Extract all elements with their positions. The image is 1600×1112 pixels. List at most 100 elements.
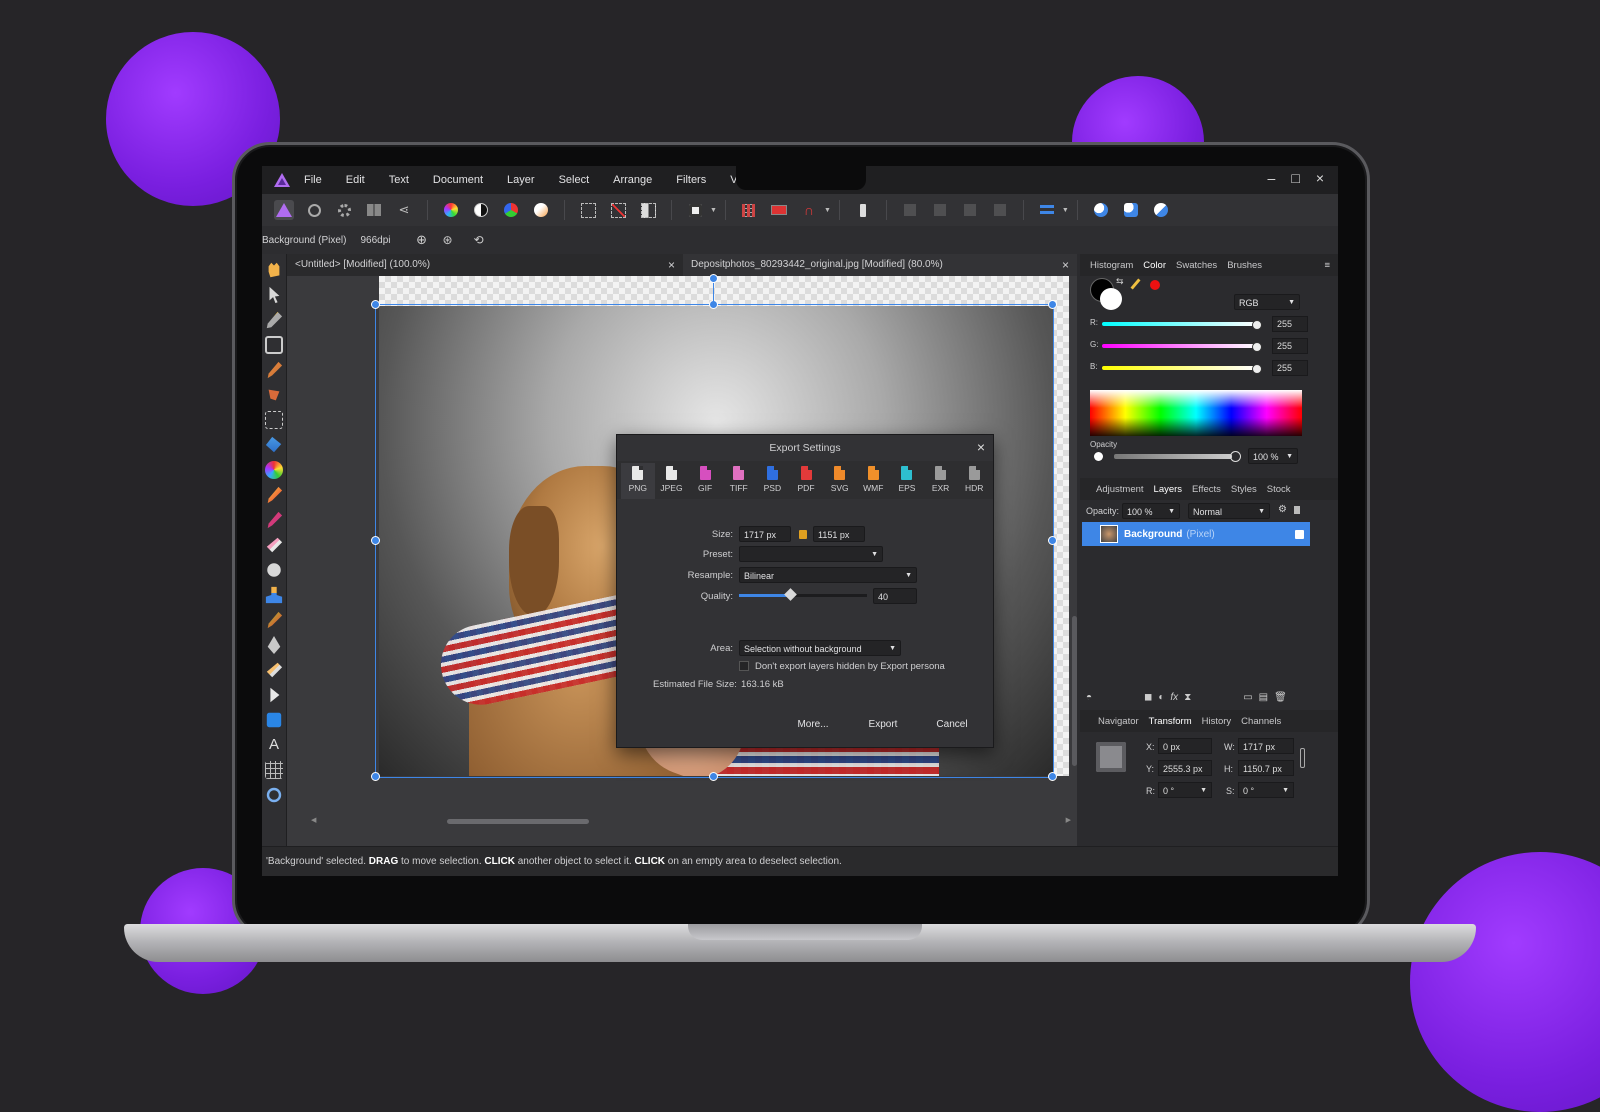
selection-brush-tool[interactable] [267, 361, 283, 379]
format-psd[interactable]: PSD [756, 463, 790, 499]
arrange-front-button[interactable] [990, 200, 1010, 220]
quick-mask-button[interactable] [685, 200, 705, 220]
flood-fill-tool[interactable] [265, 436, 282, 453]
hidden-layers-checkbox[interactable] [739, 661, 749, 671]
blue-value-input[interactable]: 255 [1272, 360, 1308, 376]
selection-handle[interactable] [371, 300, 380, 309]
color-model-select[interactable]: RGB ▼ [1234, 294, 1300, 310]
red-slider[interactable] [1102, 322, 1256, 326]
info-button[interactable] [853, 200, 873, 220]
layer-visibility-checkbox[interactable] [1295, 529, 1304, 539]
shear-input[interactable]: 0 ° ▼ [1238, 782, 1294, 798]
format-wmf[interactable]: WMF [856, 463, 890, 499]
move-tool[interactable] [269, 286, 280, 304]
color-replacement-tool[interactable] [267, 486, 283, 504]
tab-stock[interactable]: Stock [1267, 484, 1291, 495]
color-picker-tool[interactable] [266, 311, 283, 329]
perspective-tool[interactable] [265, 761, 283, 779]
tab-history[interactable]: History [1202, 716, 1232, 727]
transform-origin-button[interactable]: ⊕ [412, 230, 432, 250]
contrast-button[interactable] [471, 200, 491, 220]
tone-mapping-persona-button[interactable] [364, 200, 384, 220]
transform-mode-button[interactable]: ⊛ [438, 230, 458, 250]
menu-arrange[interactable]: Arrange [613, 174, 652, 186]
delete-layer-icon[interactable]: 🗑 [1274, 692, 1287, 703]
align-button[interactable] [1037, 200, 1057, 220]
layer-settings-gear-icon[interactable]: ⚙ [1278, 504, 1287, 515]
invert-selection-button[interactable] [638, 200, 658, 220]
magnet-snapping-button[interactable]: ∩ [799, 200, 819, 220]
tab-layers[interactable]: Layers [1154, 484, 1183, 495]
quality-input[interactable]: 40 [873, 588, 917, 604]
more-button[interactable]: More... [783, 715, 843, 735]
secondary-color-swatch[interactable] [1100, 288, 1122, 310]
pixel-tool[interactable] [267, 511, 283, 529]
close-window-button[interactable]: × [1316, 170, 1324, 186]
deselect-button[interactable] [608, 200, 628, 220]
menu-filters[interactable]: Filters [676, 174, 706, 186]
erase-brush-tool[interactable] [266, 537, 283, 553]
layer-opacity-input[interactable]: 100 % ▼ [1122, 503, 1180, 519]
arrange-forward-button[interactable] [960, 200, 980, 220]
rotate-button[interactable]: ⟲ [469, 230, 489, 250]
tab-styles[interactable]: Styles [1231, 484, 1257, 495]
format-svg[interactable]: SVG [823, 463, 857, 499]
fx-icon[interactable]: fx [1170, 692, 1178, 703]
y-input[interactable]: 2555.3 px [1158, 760, 1212, 776]
format-eps[interactable]: EPS [890, 463, 924, 499]
red-swatch-icon[interactable] [1150, 280, 1160, 290]
anchor-point-grid[interactable] [1096, 742, 1126, 772]
menu-select[interactable]: Select [559, 174, 590, 186]
selection-handle[interactable] [1048, 300, 1057, 309]
h-input[interactable]: 1150.7 px [1238, 760, 1294, 776]
tab-channels[interactable]: Channels [1241, 716, 1281, 727]
crop-tool[interactable] [265, 336, 283, 354]
swap-colors-icon[interactable]: ⇆ [1116, 276, 1124, 287]
selection-handle[interactable] [709, 772, 718, 781]
opacity-slider[interactable] [1114, 454, 1232, 459]
rectangular-marquee-tool[interactable] [265, 411, 283, 429]
tab-effects[interactable]: Effects [1192, 484, 1221, 495]
menu-document[interactable]: Document [433, 174, 483, 186]
tab-transform[interactable]: Transform [1149, 716, 1192, 727]
inpainting-tool[interactable] [267, 611, 283, 629]
pen-tool[interactable] [270, 687, 280, 703]
w-input[interactable]: 1717 px [1238, 738, 1294, 754]
snapping-button[interactable] [739, 200, 759, 220]
menu-edit[interactable]: Edit [346, 174, 365, 186]
menu-file[interactable]: File [304, 174, 322, 186]
lock-layer-icon[interactable] [1294, 506, 1300, 514]
width-input[interactable]: 1717 px [739, 526, 791, 542]
quick-mask-dropdown-icon[interactable]: ▼ [710, 207, 717, 214]
live-filter-icon[interactable]: ⧗ [1184, 692, 1191, 703]
liquify-persona-button[interactable] [304, 200, 324, 220]
maximize-button[interactable]: □ [1291, 170, 1299, 186]
tab-brushes[interactable]: Brushes [1227, 260, 1262, 271]
snapping-dropdown-icon[interactable]: ▼ [824, 207, 831, 214]
boolean-add-button[interactable] [1091, 200, 1111, 220]
red-value-input[interactable]: 255 [1272, 316, 1308, 332]
horizontal-scrollbar[interactable]: ◀ ▶ [311, 816, 1081, 826]
format-tiff[interactable]: TIFF [722, 463, 756, 499]
photo-persona-button[interactable] [274, 200, 294, 220]
cancel-button[interactable]: Cancel [921, 715, 983, 735]
horizontal-scroll-thumb[interactable] [447, 819, 589, 824]
assistant-button[interactable] [769, 200, 789, 220]
format-jpeg[interactable]: JPEG [655, 463, 689, 499]
format-exr[interactable]: EXR [924, 463, 958, 499]
color-balance-button[interactable] [501, 200, 521, 220]
resample-select[interactable]: Bilinear ▼ [739, 567, 917, 583]
mask-layer-icon[interactable]: ◼ [1144, 692, 1152, 703]
minimize-button[interactable]: – [1268, 170, 1276, 186]
rotation-handle[interactable] [709, 274, 718, 283]
tab-adjustment[interactable]: Adjustment [1096, 484, 1144, 495]
tab-swatches[interactable]: Swatches [1176, 260, 1217, 271]
boolean-subtract-button[interactable] [1121, 200, 1141, 220]
tab-color[interactable]: Color [1143, 260, 1166, 271]
arrange-back-button[interactable] [900, 200, 920, 220]
clone-tool[interactable] [265, 586, 283, 604]
preset-select[interactable]: ▼ [739, 546, 883, 562]
format-gif[interactable]: GIF [688, 463, 722, 499]
x-input[interactable]: 0 px [1158, 738, 1212, 754]
adjustment-layer-icon[interactable]: ◐ [1158, 692, 1164, 703]
